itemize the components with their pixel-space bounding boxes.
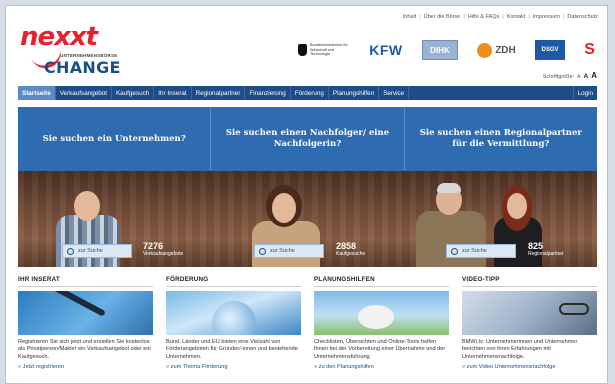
font-size-label: Schriftgröße: — [542, 74, 575, 80]
teaser-title: Ihr Inserat — [18, 276, 153, 287]
login-button[interactable]: Login — [572, 86, 597, 100]
zdh-logo[interactable]: ZDH — [477, 42, 516, 58]
nav-item-finanzierung[interactable]: Finanzierung — [245, 86, 291, 100]
font-size-large[interactable]: A — [591, 71, 597, 80]
stat-label: Regionalpartner — [528, 251, 564, 257]
stat-verkaufsangebote: 7276 Verkaufsangebote — [143, 241, 183, 257]
teaser-image-video[interactable] — [462, 291, 597, 335]
search-kaufgesuche-button[interactable]: zur Suche — [254, 244, 324, 258]
teaser-text: BMWi.tv: Unternehmerinnen und Unternehme… — [462, 339, 578, 360]
glasses-icon — [559, 303, 589, 315]
sparkasse-logo[interactable]: S — [584, 41, 595, 59]
person-body — [56, 215, 120, 267]
teaser-link-registrieren[interactable]: » Jetzt registrieren — [18, 364, 153, 370]
teaser-text: Checklisten, Übersichten und Online-Tool… — [314, 339, 446, 360]
partner-logos: Bundesministerium für Wirtschaft und Tec… — [298, 37, 595, 63]
meta-link-kontakt[interactable]: Kontakt — [504, 14, 529, 20]
dsgv-logo[interactable]: DSGV — [535, 40, 566, 60]
teaser-link-foerderung[interactable]: » zum Thema Förderung — [166, 364, 301, 370]
nav-item-startseite[interactable]: Startseite — [18, 86, 56, 100]
search-label: zur Suche — [270, 248, 295, 254]
hero-tab-nachfolger[interactable]: Sie suchen einen Nachfolger/ eine Nachfo… — [211, 107, 405, 171]
search-label: zur Suche — [78, 248, 103, 254]
teaser-image-keyboard[interactable] — [18, 291, 153, 335]
person-hair — [437, 183, 461, 193]
teaser-planungshilfen: Planungshilfen Checklisten, Übersichten … — [314, 276, 449, 383]
font-size-small[interactable]: A — [577, 74, 580, 80]
meta-link-datenschutz[interactable]: Datenschutz — [564, 14, 601, 20]
meta-link-impressum[interactable]: Impressum — [530, 14, 563, 20]
font-size-medium[interactable]: A — [584, 73, 589, 80]
search-verkaufsangebote-button[interactable]: zur Suche — [62, 244, 132, 258]
stat-number: 825 — [528, 241, 544, 251]
hero-tabs: Sie suchen ein Unternehmen? Sie suchen e… — [18, 107, 597, 171]
meta-link-hilfe[interactable]: Hilfe & FAQs — [465, 14, 502, 20]
dsgv-label: DSGV — [541, 47, 559, 53]
nav-item-planungshilfen[interactable]: Planungshilfen — [329, 86, 380, 100]
teaser-title: Förderung — [166, 276, 301, 287]
person-head — [74, 191, 100, 221]
hero-tab-unternehmen[interactable]: Sie suchen ein Unternehmen? — [18, 107, 212, 171]
logo-change-text: CHANGE — [44, 58, 121, 77]
magnifier-icon — [451, 247, 458, 255]
teaser-foerderung: Förderung Bund, Länder und EU bieten ein… — [166, 276, 301, 383]
hero-image: zur Suche 7276 Verkaufsangebote zur Such… — [18, 171, 597, 267]
eagle-icon — [298, 44, 307, 56]
teaser-link-planungshilfen[interactable]: » zu den Planungshilfen — [314, 364, 449, 370]
header: nexxt UNTERNEHMENSBÖRSE CHANGE Inhalt | Ü… — [6, 6, 607, 82]
page: nexxt UNTERNEHMENSBÖRSE CHANGE Inhalt | Ü… — [5, 5, 608, 384]
teaser-section: Ihr Inserat Registrieren Sie sich jetzt … — [18, 276, 597, 383]
nav-item-kaufgesuch[interactable]: Kaufgesuch — [112, 86, 155, 100]
meta-link-ueber[interactable]: Über die Börse — [421, 14, 464, 20]
teaser-image-piggybank[interactable] — [314, 291, 449, 335]
teaser-title: Video-Tipp — [462, 276, 597, 287]
zdh-circle-icon — [477, 42, 493, 58]
teaser-link-video[interactable]: » zum Video Unternehmensnachfolge — [462, 364, 597, 370]
kfw-logo[interactable]: KFW — [369, 42, 402, 58]
search-label: zur Suche — [462, 248, 487, 254]
person-head — [507, 193, 527, 219]
bmwi-logo[interactable]: Bundesministerium für Wirtschaft und Tec… — [298, 43, 350, 57]
hero-tab-regionalpartner[interactable]: Sie suchen einen Regionalpartner für die… — [404, 107, 597, 171]
stat-kaufgesuche: 2858 Kaufgesuche — [336, 241, 365, 257]
teaser-text: Bund, Länder und EU bieten eine Vielzahl… — [166, 339, 298, 360]
stat-regionalpartner: 825 Regionalpartner — [528, 241, 564, 257]
meta-navigation: Inhalt | Über die Börse | Hilfe & FAQs | Ko… — [400, 14, 601, 20]
stat-number: 2858 — [336, 241, 357, 251]
search-regionalpartner-button[interactable]: zur Suche — [446, 244, 516, 258]
main-navigation: Startseite Verkaufsangebot Kaufgesuch Ih… — [18, 86, 597, 100]
globe-icon — [212, 301, 256, 335]
pen-icon — [50, 291, 106, 317]
teaser-ihr-inserat: Ihr Inserat Registrieren Sie sich jetzt … — [18, 276, 153, 383]
teaser-title: Planungshilfen — [314, 276, 449, 287]
teaser-image-globe[interactable] — [166, 291, 301, 335]
stat-number: 7276 — [143, 241, 164, 251]
magnifier-icon — [67, 247, 74, 255]
stat-label: Verkaufsangebote — [143, 251, 184, 257]
nexxt-change-logo[interactable]: nexxt UNTERNEHMENSBÖRSE CHANGE — [18, 22, 138, 78]
piggy-bank-icon — [358, 305, 394, 329]
zdh-label: ZDH — [495, 44, 516, 56]
nav-item-regionalpartner[interactable]: Regionalpartner — [192, 86, 246, 100]
teaser-video-tipp: Video-Tipp BMWi.tv: Unternehmerinnen und… — [462, 276, 597, 383]
nav-item-verkaufsangebot[interactable]: Verkaufsangebot — [56, 86, 112, 100]
nav-item-ihr-inserat[interactable]: Ihr Inserat — [154, 86, 192, 100]
nav-item-service[interactable]: Service — [379, 86, 410, 100]
bmwi-label: Bundesministerium für Wirtschaft und Tec… — [310, 43, 348, 57]
magnifier-icon — [259, 247, 266, 255]
meta-link-inhalt[interactable]: Inhalt — [400, 14, 419, 20]
nav-item-foerderung[interactable]: Förderung — [291, 86, 329, 100]
dihk-logo[interactable]: DIHK — [421, 40, 458, 60]
person-body — [416, 211, 486, 267]
teaser-text: Registrieren Sie sich jetzt und erstelle… — [18, 339, 151, 360]
person-head — [272, 193, 296, 223]
font-size-switcher: Schriftgröße: A A A — [543, 71, 597, 80]
stat-label: Kaufgesuche — [336, 251, 366, 257]
